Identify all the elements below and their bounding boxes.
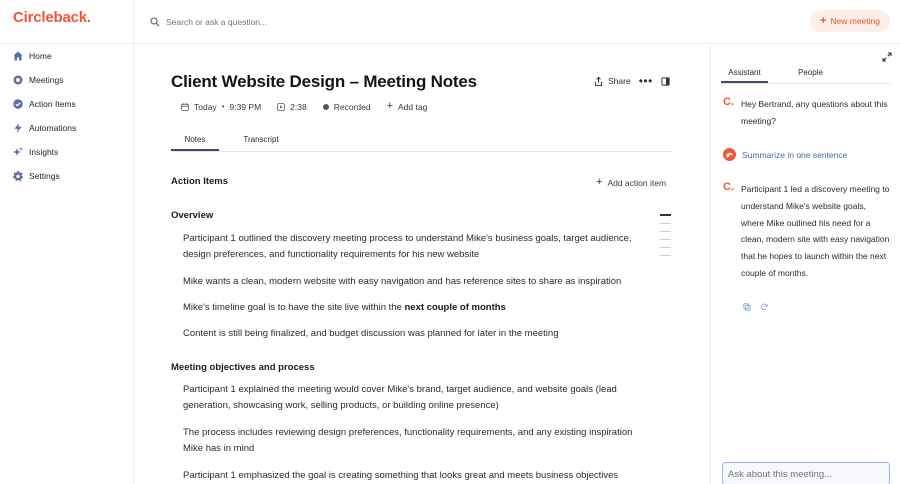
recording-status-label: Recorded [333, 101, 371, 112]
outline-minimap[interactable] [660, 214, 671, 263]
meetings-icon [13, 75, 23, 85]
meeting-meta: Today • 9:39 PM 2:38 Recorded + Add tag [176, 99, 432, 114]
top-bar: Circleback. + New meeting [0, 0, 900, 44]
duration-value: 2:38 [290, 101, 307, 112]
assistant-panel: Assistant People C. Hey Bertrand, any qu… [710, 44, 900, 484]
tab-assistant[interactable]: Assistant [721, 68, 768, 83]
sidebar-item-label: Home [29, 51, 52, 61]
objective-point: The process includes reviewing design pr… [183, 427, 633, 454]
header-actions: Share ••• [594, 74, 670, 88]
search-input[interactable] [166, 17, 366, 27]
tab-notes[interactable]: Notes [171, 135, 219, 151]
circleback-logo[interactable]: Circleback. [13, 9, 91, 26]
notes-tabs: Notes Transcript [171, 132, 671, 152]
answer-text: Participant 1 led a discovery meeting to… [741, 184, 890, 278]
meeting-date: Today [194, 101, 217, 112]
sparkle-icon [13, 147, 23, 156]
add-action-item-button[interactable]: + Add action item [596, 177, 666, 188]
sidebar-item-label: Insights [29, 147, 59, 157]
calendar-icon [181, 102, 189, 111]
logo-dot: . [86, 9, 91, 26]
meeting-title: Client Website Design – Meeting Notes [171, 72, 477, 91]
sidebar-item-settings[interactable]: Settings [0, 164, 133, 188]
recording-status: Recorded [318, 100, 376, 114]
objective-point: Participant 1 emphasized the goal is cre… [183, 470, 619, 481]
share-button[interactable]: Share [594, 76, 631, 86]
minimap-line [660, 214, 671, 216]
overview-heading: Overview [171, 210, 214, 221]
sidebar-item-insights[interactable]: Insights [0, 140, 133, 164]
overview-point-text: Participant 1 outlined the discovery mee… [183, 233, 632, 260]
meeting-time: 9:39 PM [229, 101, 262, 112]
sidebar: Home Meetings Action Items Automations I… [0, 44, 133, 188]
sidebar-item-label: Settings [29, 171, 60, 181]
share-icon [594, 76, 603, 86]
regenerate-icon[interactable] [760, 303, 768, 311]
minimap-line [660, 239, 671, 240]
meeting-duration: 2:38 [272, 100, 312, 114]
gear-icon [13, 171, 23, 181]
minimap-line [660, 223, 671, 224]
search-bar[interactable] [150, 12, 366, 32]
ask-box[interactable] [722, 462, 890, 484]
answer-actions [743, 303, 768, 311]
sidebar-item-action-items[interactable]: Action Items [0, 92, 133, 116]
summarize-label: Summarize in one sentence [742, 149, 848, 160]
sidebar-item-label: Action Items [29, 99, 76, 109]
tab-people[interactable]: People [798, 68, 823, 77]
prompt-icon [723, 148, 736, 161]
recorded-dot-icon [322, 103, 329, 110]
sidebar-item-home[interactable]: Home [0, 44, 133, 68]
sidebar-item-label: Automations [29, 123, 77, 133]
plus-icon: + [819, 14, 827, 27]
circleback-mark-icon: C. [723, 181, 734, 193]
assistant-tabs: Assistant People [721, 64, 891, 84]
search-icon [150, 17, 160, 27]
minimap-line [660, 231, 671, 232]
tab-transcript[interactable]: Transcript [231, 135, 291, 144]
overview-point: Mike wants a clean, modern website with … [183, 274, 643, 290]
play-icon [277, 102, 285, 111]
meeting-notes-pane: Client Website Design – Meeting Notes Sh… [134, 44, 710, 484]
copy-icon[interactable] [743, 303, 751, 311]
share-label: Share [608, 76, 631, 86]
expand-icon[interactable] [882, 52, 892, 62]
toggle-panel-icon[interactable] [661, 76, 670, 86]
overview-point: Content is still being finalized, and bu… [183, 326, 643, 342]
overview-point: Mike's timeline goal is to have the site… [183, 300, 643, 316]
minimap-line [660, 247, 671, 248]
overview-point-text: Mike wants a clean, modern website with … [183, 276, 622, 287]
plus-icon: + [596, 176, 603, 188]
objectives-heading: Meeting objectives and process [171, 362, 315, 373]
greeting-text: Hey Bertrand, any questions about this m… [741, 99, 888, 126]
more-options-icon[interactable]: ••• [639, 74, 653, 88]
overview-point-text: Mike's timeline goal is to have the site… [183, 302, 405, 313]
overview-point: Participant 1 outlined the discovery mee… [183, 231, 643, 263]
home-icon [13, 51, 23, 61]
overview-point-emphasis: next couple of months [404, 302, 506, 313]
new-meeting-button[interactable]: + New meeting [810, 10, 890, 32]
separator-dot: • [221, 102, 225, 111]
minimap-line [660, 255, 671, 256]
add-action-item-label: Add action item [607, 177, 667, 188]
ask-input[interactable] [723, 463, 889, 484]
meeting-datetime[interactable]: Today • 9:39 PM [176, 100, 266, 114]
bolt-icon [14, 123, 22, 133]
sidebar-item-automations[interactable]: Automations [0, 116, 133, 140]
sidebar-item-meetings[interactable]: Meetings [0, 68, 133, 92]
new-meeting-label: New meeting [830, 16, 881, 26]
overview-point-text: Content is still being finalized, and bu… [183, 328, 559, 339]
add-tag-button[interactable]: + Add tag [382, 99, 433, 114]
summarize-suggestion[interactable]: Summarize in one sentence [723, 148, 847, 161]
logo-text: Circleback [13, 9, 87, 26]
sidebar-item-label: Meetings [29, 75, 64, 85]
circleback-mark-icon: C. [723, 96, 734, 108]
plus-icon: + [386, 100, 393, 112]
add-tag-label: Add tag [398, 101, 428, 112]
objective-point: Participant 1 explained the meeting woul… [183, 384, 617, 411]
action-items-heading: Action Items [171, 176, 229, 187]
check-circle-icon [13, 99, 23, 109]
